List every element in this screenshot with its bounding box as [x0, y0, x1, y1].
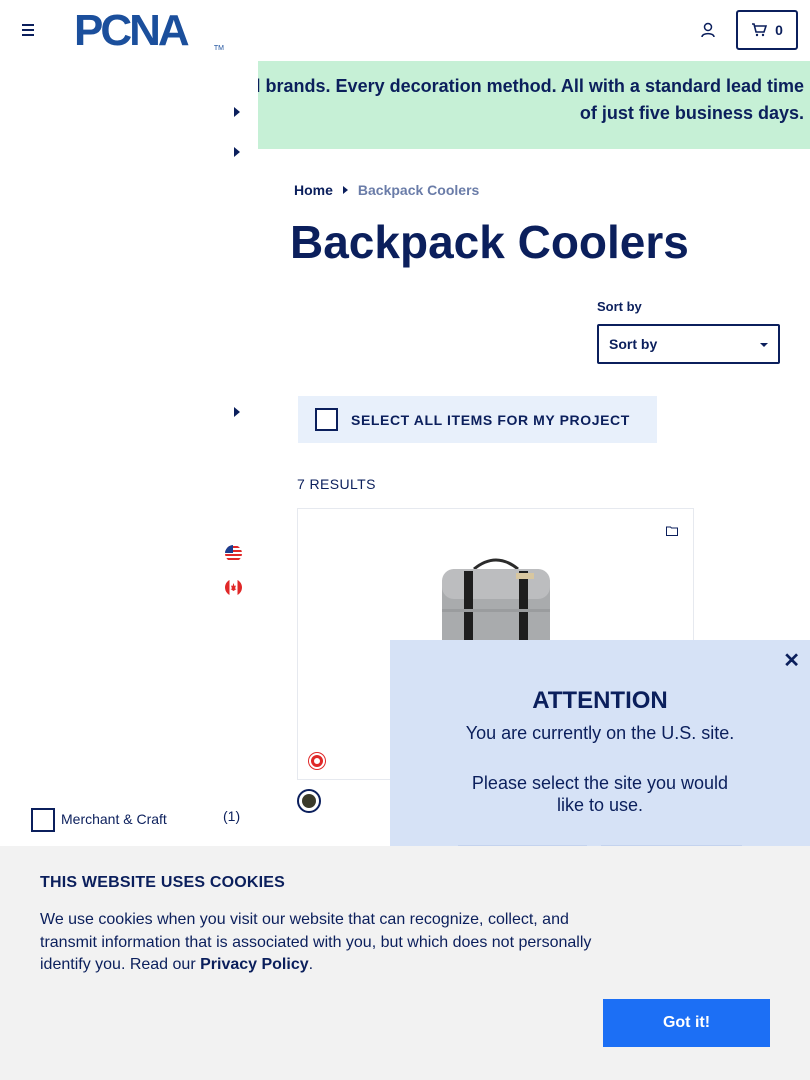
sidebar-expand-arrow-icon[interactable] — [234, 147, 240, 157]
sort-selected-value: Sort by — [609, 336, 658, 352]
attention-title: ATTENTION — [532, 687, 668, 714]
breadcrumb-home-link[interactable]: Home — [294, 182, 333, 198]
cookie-banner: THIS WEBSITE USES COOKIES We use cookies… — [0, 846, 810, 1080]
page-title: Backpack Coolers — [290, 216, 689, 268]
cookie-accept-button[interactable]: Got it! — [603, 999, 770, 1047]
breadcrumb-current: Backpack Coolers — [357, 182, 480, 198]
cookie-body: We use cookies when you visit our websit… — [40, 911, 592, 973]
close-icon[interactable]: ✕ — [783, 648, 800, 673]
filter-label-merchant-craft[interactable]: Merchant & Craft — [61, 811, 167, 827]
breadcrumb: Home Backpack Coolers — [294, 182, 479, 198]
cookie-title: THIS WEBSITE USES COOKIES — [40, 874, 286, 891]
logo-text: PCNA — [74, 6, 190, 55]
color-swatch[interactable] — [297, 789, 321, 813]
caret-down-icon — [760, 343, 768, 347]
page: PCNA TM 0 10,000+ products. Dozens of re… — [0, 0, 810, 1080]
attention-current-site: You are currently on the U.S. site. — [465, 723, 735, 743]
promo-banner-text: 10,000+ products. Dozens of retail brand… — [258, 76, 804, 123]
us-flag-icon[interactable] — [225, 545, 242, 562]
cart-count: 0 — [775, 22, 783, 38]
select-all-checkbox[interactable] — [315, 408, 338, 431]
select-all-label: SELECT ALL ITEMS FOR MY PROJECT — [351, 411, 630, 428]
privacy-policy-link[interactable]: Privacy Policy — [200, 956, 309, 973]
cookie-text-end: . — [308, 956, 314, 973]
sidebar-expand-arrow-icon[interactable] — [234, 407, 240, 417]
canada-flag-icon[interactable] — [225, 579, 242, 596]
merchant-craft-checkbox[interactable] — [31, 808, 55, 832]
results-count: 7 RESULTS — [297, 476, 376, 492]
attention-select-prompt: Please select the site you would like to… — [471, 773, 729, 815]
site-selection-modal: ✕ ATTENTION You are currently on the U.S… — [390, 640, 810, 851]
folder-icon[interactable] — [666, 526, 678, 536]
logo-tm: TM — [213, 45, 224, 52]
menu-icon[interactable] — [18, 20, 38, 40]
sidebar-expand-arrow-icon[interactable] — [234, 107, 240, 117]
cart-button[interactable]: 0 — [736, 10, 798, 50]
cookie-text: We use cookies when you visit our websit… — [40, 909, 615, 977]
filter-count: (1) — [223, 808, 241, 824]
sort-select[interactable]: Sort by — [597, 324, 780, 364]
pcna-logo[interactable]: PCNA TM — [74, 8, 226, 54]
promo-banner: 10,000+ products. Dozens of retail brand… — [258, 61, 810, 149]
cart-icon — [752, 23, 768, 37]
site-header: PCNA TM 0 — [0, 0, 810, 60]
sort-label: Sort by — [597, 299, 642, 314]
breadcrumb-chevron-icon — [342, 186, 348, 194]
select-all-items[interactable]: SELECT ALL ITEMS FOR MY PROJECT — [298, 396, 657, 443]
account-icon[interactable] — [699, 21, 717, 39]
featured-badge-icon — [309, 753, 325, 769]
